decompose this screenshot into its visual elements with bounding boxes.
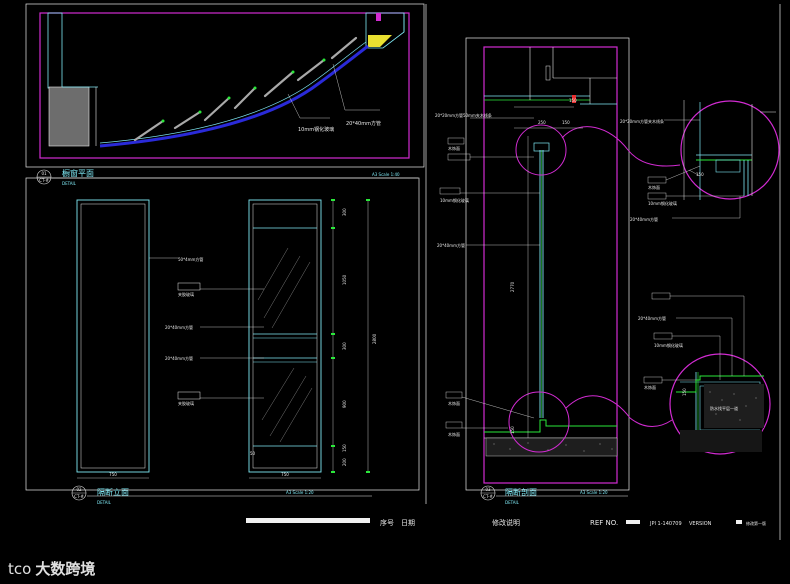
section-view: 150 250 150 2770 150 20*20mm方管50mm夹木线条 木… [435, 46, 681, 484]
elev-note-glass-1: 夹胶玻璃 [178, 291, 194, 297]
revision-label: 修改说明 [492, 518, 520, 527]
detail1-note-c: 10mm钢化玻璃 [648, 200, 677, 206]
elev-dim-4: 900 [342, 400, 347, 408]
elev-dim-6: 200 [342, 458, 347, 466]
plan-note-tube: 20*40mm方管 [346, 120, 381, 127]
section-subtitle: DETAIL [505, 500, 520, 505]
watermark: tco 大数跨境 [8, 558, 95, 579]
plan-title: 橱窗平面 [62, 168, 94, 178]
section-dim-top-2: 250 [538, 120, 546, 125]
section-dim-mid: 2770 [510, 281, 515, 292]
section-dim-top-3: 150 [562, 120, 570, 125]
detail-1: 150 20*20mm方管夹木线条 木饰面 10mm钢化玻璃 20*40mm方管 [620, 100, 780, 222]
section-note-b: 木饰面 [448, 145, 460, 151]
elev-note-frame: 50*4mm方管 [178, 256, 203, 262]
plan-note-glass: 10mm钢化玻璃 [298, 126, 334, 133]
sheet-frames [25, 3, 781, 540]
plan-title-block: 01 CT-# 橱窗平面 DETAIL A3 Scale 1:40 [36, 168, 418, 186]
elev-small-dim: 50 [250, 451, 256, 456]
elev-width-right: 750 [281, 472, 289, 477]
detail2-dim: 150 [682, 388, 687, 396]
section-dim-bot: 150 [510, 426, 515, 434]
detail-2: 150 20*40mm方管 10mm钢化玻璃 木饰面 防水找平层一道 [638, 292, 771, 455]
elevation-number: 02 [76, 487, 82, 492]
section-number: 03 [485, 487, 491, 492]
watermark-text: 大数跨境 [35, 560, 96, 578]
section-title: 隔断剖面 [505, 487, 537, 497]
plan-number: 01 [41, 171, 47, 176]
plan-subtitle: DETAIL [62, 181, 77, 186]
ref-value: JPI 1-140709 [649, 521, 682, 527]
detail2-note-a: 20*40mm方管 [638, 315, 666, 321]
plan-view: 20*40mm方管 10mm钢化玻璃 [39, 12, 410, 159]
elevation-scale: A3 Scale 1:20 [286, 490, 314, 495]
detail1-note-b: 木饰面 [648, 184, 660, 190]
detail1-note-a: 20*20mm方管夹木线条 [620, 118, 664, 124]
date-label: 日期 [401, 519, 415, 527]
section-scale: A3 Scale 1:20 [580, 490, 608, 495]
elev-note-tube-1: 20*40mm方管 [165, 324, 193, 330]
section-title-block: 03 CT-# 隔断剖面 DETAIL A3 Scale 1:20 [480, 485, 628, 505]
version-value: 修改第一版 [746, 520, 766, 526]
elev-dim-total: 2800 [372, 333, 377, 344]
detail2-note-c: 木饰面 [644, 384, 656, 390]
elev-note-tube-2: 20*40mm方管 [165, 355, 193, 361]
cad-drawing: 20*40mm方管 10mm钢化玻璃 01 CT-# 橱窗平面 DETAIL A… [25, 3, 781, 540]
section-note-a: 20*20mm方管50mm夹木线条 [435, 112, 492, 118]
elev-dim-1: 300 [342, 208, 347, 216]
section-sheet-ref: CT-# [483, 494, 493, 499]
elev-dim-5: 150 [342, 444, 347, 452]
ref-label: REF NO. [590, 519, 618, 527]
elevation-sheet-ref: CT-# [74, 494, 84, 499]
plan-scale: A3 Scale 1:40 [372, 172, 400, 177]
plan-sheet-ref: CT-# [39, 178, 49, 183]
detail1-dim: 150 [696, 172, 704, 177]
title-block: 序号 日期 修改说明 REF NO. JPI 1-140709 VERSION … [246, 518, 766, 527]
elevation-title: 隔断立面 [97, 487, 129, 497]
detail1-note-d: 20*40mm方管 [630, 216, 658, 222]
section-dim-top-1: 150 [569, 98, 577, 103]
elevation-title-block: 02 CT-# 隔断立面 DETAIL A3 Scale 1:20 [71, 485, 372, 505]
elev-dim-3: 300 [342, 342, 347, 350]
elev-note-glass-2: 夹胶玻璃 [178, 400, 194, 406]
section-note-c: 10mm钢化玻璃 [440, 197, 469, 203]
elev-width-left: 750 [109, 472, 117, 477]
section-note-e: 木饰面 [448, 400, 460, 406]
version-label: VERSION [689, 521, 712, 527]
elev-dim-2: 1050 [342, 274, 347, 285]
section-note-f: 木饰面 [448, 431, 460, 437]
detail2-note-d: 防水找平层一道 [710, 405, 738, 411]
watermark-logo: tco [8, 560, 32, 578]
section-note-d: 20*40mm方管 [437, 242, 465, 248]
elevation-view: 300 1050 300 900 150 200 2800 750 750 50… [76, 199, 377, 479]
elevation-subtitle: DETAIL [97, 500, 112, 505]
detail2-note-b: 10mm钢化玻璃 [654, 342, 683, 348]
seq-label: 序号 [380, 518, 394, 527]
